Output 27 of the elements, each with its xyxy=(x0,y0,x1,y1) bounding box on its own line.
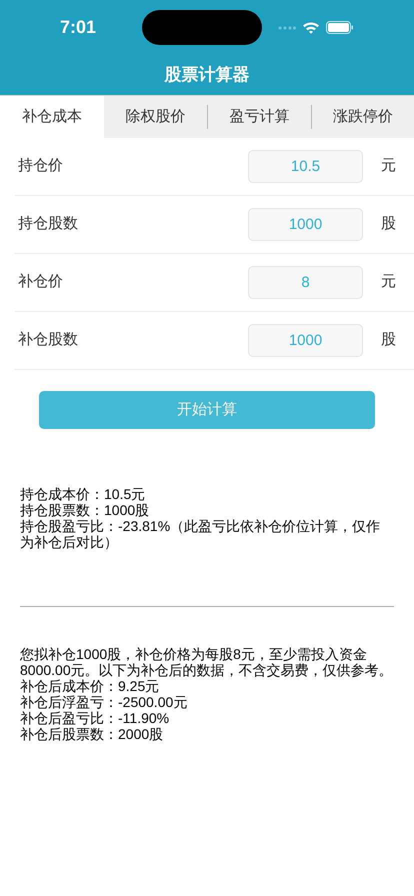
calculate-button[interactable]: 开始计算 xyxy=(39,391,375,429)
signal-icon xyxy=(278,26,296,30)
result-text: 您拟补仓1000股，补仓价格为每股8元，至少需投入资金8000.00元。以下为补仓后的数据，不含交易费，仅供参考。 xyxy=(20,646,394,678)
result-text: 补仓后股票数：2000股 xyxy=(20,726,164,742)
status-time: 7:01 xyxy=(60,16,96,39)
result-text: 补仓后浮盈亏：-2500.00元 xyxy=(20,694,188,710)
field-label: 持仓价 xyxy=(17,156,64,176)
result-text: 持仓股盈亏比：-23.81%（此盈亏比依补仓价位计算，仅作为补仓后对比） xyxy=(20,518,382,550)
field-label: 补仓价 xyxy=(17,272,64,292)
result-text: 补仓后盈亏比：-11.90% xyxy=(20,710,170,726)
unit-label: 股 xyxy=(380,214,397,234)
input-field[interactable]: 8 xyxy=(248,266,363,299)
field-label: 补仓股数 xyxy=(17,330,79,350)
input-field[interactable]: 1000 xyxy=(248,208,363,241)
wifi-icon xyxy=(302,21,320,34)
input-field[interactable]: 1000 xyxy=(248,324,363,357)
field-label: 持仓股数 xyxy=(17,214,79,234)
unit-label: 元 xyxy=(380,156,397,176)
tab[interactable]: 补仓成本 xyxy=(0,96,104,138)
battery-icon xyxy=(326,21,354,34)
unit-label: 股 xyxy=(380,330,397,350)
result-text: 持仓成本价：10.5元 xyxy=(20,486,146,502)
result-text: 补仓后成本价：9.25元 xyxy=(20,678,160,694)
input-field[interactable]: 10.5 xyxy=(248,150,363,183)
unit-label: 元 xyxy=(380,272,397,292)
app-title: 股票计算器 xyxy=(164,64,250,86)
result-text: 持仓股票数：1000股 xyxy=(20,502,150,518)
